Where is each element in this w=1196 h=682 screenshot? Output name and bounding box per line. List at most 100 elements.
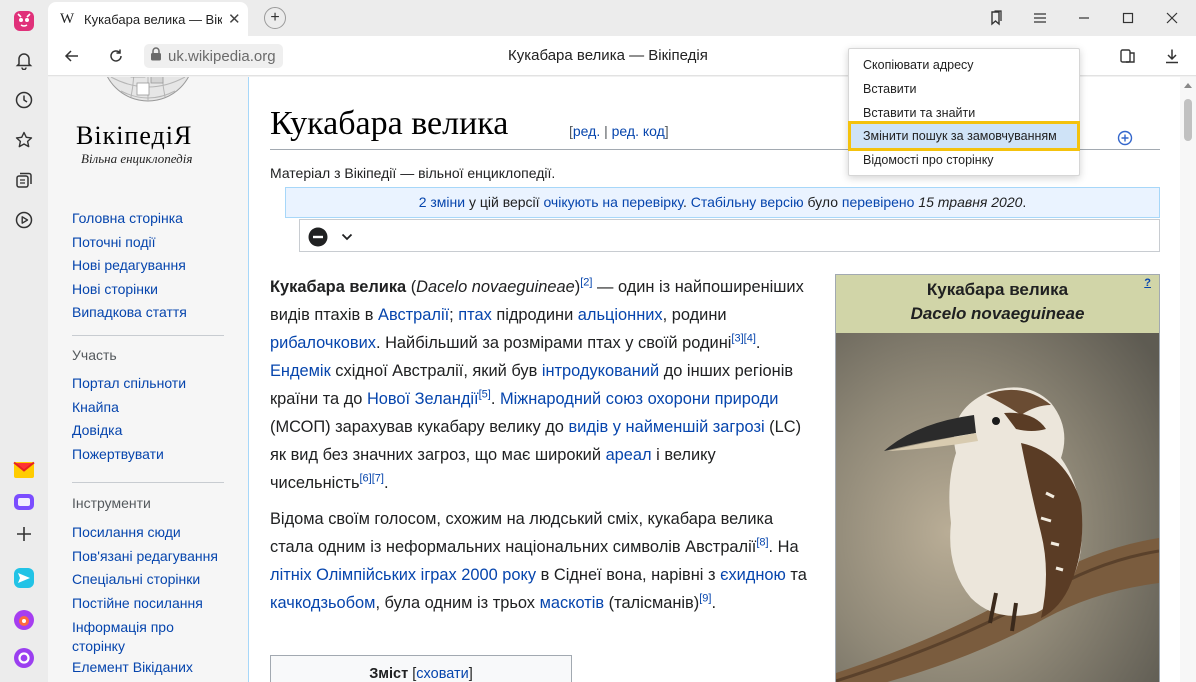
- wikipedia-globe-logo[interactable]: [91, 77, 205, 111]
- nav-link-community-portal[interactable]: Портал спільноти: [72, 372, 186, 396]
- reader-mode-icon[interactable]: [1116, 44, 1140, 68]
- messenger-icon[interactable]: [12, 490, 36, 514]
- nav-link-donate[interactable]: Пожертвувати: [72, 443, 186, 467]
- url-field[interactable]: uk.wikipedia.org: [144, 44, 283, 68]
- reference-link[interactable]: [7]: [372, 473, 384, 485]
- article-link[interactable]: качкодзьобом: [270, 594, 375, 612]
- nav-link-related-changes[interactable]: Пов'язані редагування: [72, 545, 218, 569]
- menu-item-paste-and-search[interactable]: Вставити та знайти: [849, 101, 1079, 125]
- article-link[interactable]: птах: [458, 306, 492, 324]
- new-tab-button[interactable]: +: [264, 7, 286, 29]
- table-of-contents: Зміст [сховати]: [270, 655, 572, 682]
- page-title: Кукабара велика — Вікіпедія: [508, 47, 708, 64]
- article-link[interactable]: Австралії: [378, 306, 449, 324]
- bookmarks-tabs-icon[interactable]: [986, 8, 1006, 28]
- article-paragraph: Кукабара велика (Dacelo novaeguineae)[2]…: [270, 276, 804, 492]
- pending-changes-link[interactable]: 2 зміни: [419, 194, 465, 210]
- reference-link[interactable]: [5]: [479, 389, 491, 401]
- site-subtitle: Матеріал з Вікіпедії — вільної енциклопе…: [270, 165, 556, 181]
- nav-link-new-pages[interactable]: Нові сторінки: [72, 278, 187, 302]
- add-globe-icon[interactable]: [1117, 130, 1133, 146]
- browser-side-panel: [0, 0, 48, 682]
- article-paragraph: Відома своїм голосом, схожим на людський…: [270, 510, 807, 612]
- menu-item-copy-address[interactable]: Скопіювати адресу: [849, 53, 1079, 77]
- awaiting-review-link[interactable]: очікують на перевірку: [543, 194, 683, 210]
- article-link[interactable]: Міжнародний союз охорони природи: [500, 390, 778, 408]
- nav-link-page-info[interactable]: Інформація про сторінку: [72, 618, 218, 656]
- nav-heading-participation[interactable]: Участь: [72, 347, 117, 363]
- maximize-icon[interactable]: [1118, 8, 1138, 28]
- article-link[interactable]: Ендемік: [270, 362, 331, 380]
- nav-link-village-pump[interactable]: Кнайпа: [72, 396, 186, 420]
- menu-icon[interactable]: [1030, 8, 1050, 28]
- menu-item-change-default-search[interactable]: Змінити пошук за замовчуванням: [848, 121, 1080, 151]
- chevron-down-icon[interactable]: [340, 230, 354, 249]
- nav-link-help[interactable]: Довідка: [72, 419, 186, 443]
- toc-hide-link[interactable]: сховати: [416, 666, 468, 682]
- alice-icon[interactable]: [12, 646, 36, 670]
- edit-link[interactable]: ред.: [573, 123, 600, 139]
- nav-separator: [72, 482, 224, 483]
- nav-link-random-article[interactable]: Випадкова стаття: [72, 301, 187, 325]
- infobox: Кукабара велика Dacelo novaeguineae ?: [835, 274, 1160, 682]
- bell-icon[interactable]: [12, 48, 36, 72]
- add-icon[interactable]: [12, 522, 36, 546]
- article-link[interactable]: Нової Зеландії: [367, 390, 479, 408]
- reload-button[interactable]: [104, 44, 128, 68]
- scroll-up-icon[interactable]: [1184, 83, 1192, 88]
- tab-title: Кукабара велика — Вік: [84, 11, 222, 27]
- reference-link[interactable]: [4]: [744, 333, 756, 345]
- review-status-toggle[interactable]: [299, 219, 1160, 252]
- infobox-help-link[interactable]: ?: [1144, 277, 1151, 289]
- play-icon[interactable]: [12, 208, 36, 232]
- nav-link-recent-changes[interactable]: Нові редагування: [72, 254, 187, 278]
- edit-links: [ред. | ред. код]: [569, 123, 669, 139]
- collections-icon[interactable]: [12, 168, 36, 192]
- reference-link[interactable]: [8]: [756, 537, 768, 549]
- reference-link[interactable]: [6]: [360, 473, 372, 485]
- page-scrollbar[interactable]: [1180, 77, 1196, 682]
- wikipedia-wordmark: ВікіпедіЯ: [76, 121, 193, 150]
- infobox-title: Кукабара велика: [926, 280, 1069, 299]
- kookaburra-photo[interactable]: [835, 333, 1160, 682]
- lock-icon[interactable]: [150, 46, 162, 66]
- article-link[interactable]: літніх Олімпійських іграх 2000 року: [270, 566, 536, 584]
- menu-item-paste[interactable]: Вставити: [849, 77, 1079, 101]
- nav-link-permanent-link[interactable]: Постійне посилання: [72, 592, 218, 616]
- star-icon[interactable]: [12, 128, 36, 152]
- article-link[interactable]: єхидною: [720, 566, 786, 584]
- close-window-icon[interactable]: [1162, 8, 1182, 28]
- minimize-icon[interactable]: [1074, 8, 1094, 28]
- mail-icon[interactable]: [12, 458, 36, 482]
- edit-source-link[interactable]: ред. код: [612, 123, 665, 139]
- tab-close-icon[interactable]: ✕: [228, 10, 241, 28]
- url-text: uk.wikipedia.org: [168, 47, 276, 65]
- reference-link[interactable]: [3]: [731, 333, 743, 345]
- nav-link-what-links-here[interactable]: Посилання сюди: [72, 521, 218, 545]
- nav-heading-tools[interactable]: Інструменти: [72, 495, 151, 511]
- article-link[interactable]: маскотів: [540, 594, 605, 612]
- send-icon[interactable]: [12, 566, 36, 590]
- nav-link-wikidata-item[interactable]: Елемент Вікіданих: [72, 656, 218, 680]
- reference-link[interactable]: [9]: [699, 593, 711, 605]
- music-icon[interactable]: [12, 608, 36, 632]
- reviewed-link[interactable]: перевірено: [842, 194, 915, 210]
- download-icon[interactable]: [1160, 44, 1184, 68]
- wikipedia-tagline: Вільна енциклопедія: [81, 151, 193, 166]
- nav-link-special-pages[interactable]: Спеціальні сторінки: [72, 568, 218, 592]
- nav-link-current-events[interactable]: Поточні події: [72, 231, 187, 255]
- article-link[interactable]: рибалочкових: [270, 334, 376, 352]
- browser-logo-icon[interactable]: [12, 9, 36, 33]
- article-link[interactable]: ареал: [606, 446, 652, 464]
- back-button[interactable]: [60, 44, 84, 68]
- history-clock-icon[interactable]: [12, 88, 36, 112]
- menu-item-page-info[interactable]: Відомості про сторінку: [849, 148, 1079, 172]
- scrollbar-thumb[interactable]: [1184, 99, 1192, 141]
- article-link[interactable]: видів у найменшій загрозі: [568, 418, 764, 436]
- article-link[interactable]: інтродукований: [542, 362, 659, 380]
- active-tab[interactable]: W Кукабара велика — Вік ✕: [48, 2, 248, 36]
- article-link[interactable]: альціонних: [578, 306, 663, 324]
- stable-version-link[interactable]: Стабільну версію: [691, 194, 804, 210]
- reference-link[interactable]: [2]: [580, 277, 592, 289]
- nav-link-main-page[interactable]: Головна сторінка: [72, 207, 187, 231]
